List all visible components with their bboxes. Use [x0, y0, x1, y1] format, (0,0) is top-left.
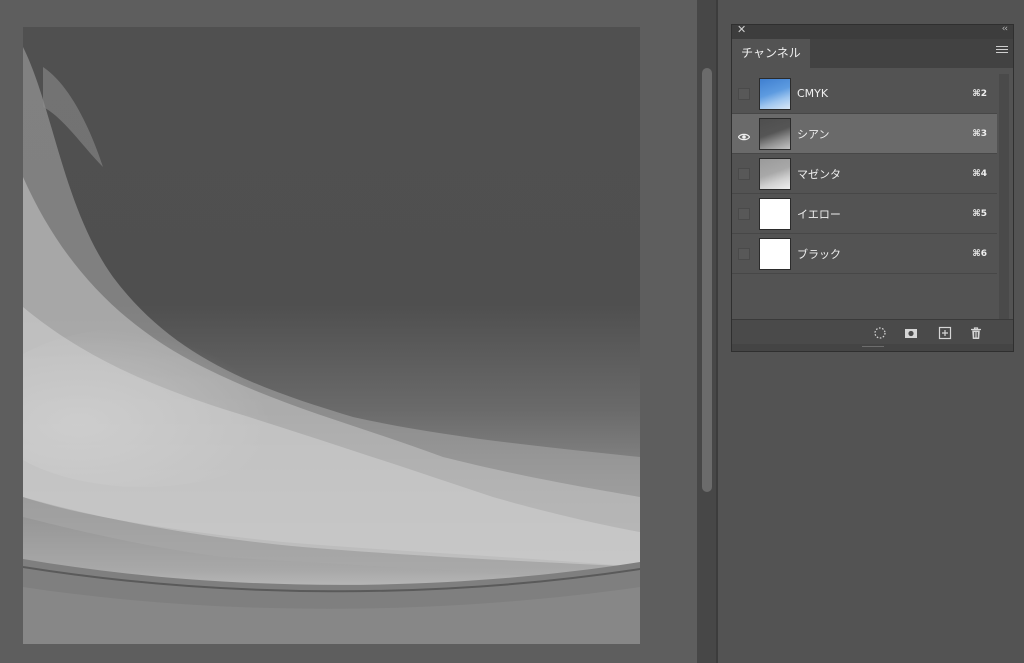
channel-thumbnail — [759, 117, 791, 150]
channel-row-magenta[interactable]: マゼンタ ⌘4 — [732, 154, 997, 194]
channel-thumbnail — [759, 237, 791, 270]
channel-list-scrollbar[interactable] — [999, 74, 1009, 319]
visibility-toggle[interactable] — [738, 87, 750, 100]
eye-icon[interactable] — [737, 128, 751, 140]
document-image-cyan-channel[interactable] — [23, 27, 640, 644]
tab-strip: チャンネル — [732, 39, 1013, 69]
tab-channels[interactable]: チャンネル — [732, 39, 810, 69]
channel-name: シアン — [797, 127, 830, 141]
panel-divider — [716, 0, 718, 663]
load-selection-icon[interactable] — [873, 325, 887, 339]
channel-row-cyan[interactable]: シアン ⌘3 — [732, 114, 997, 154]
close-icon[interactable]: ✕ — [737, 23, 746, 36]
new-channel-icon[interactable] — [938, 325, 952, 340]
trash-icon[interactable] — [969, 325, 983, 339]
channel-shortcut: ⌘6 — [972, 248, 987, 259]
visibility-toggle[interactable] — [738, 207, 750, 220]
panel-resize-grip[interactable] — [732, 344, 1013, 351]
channel-shortcut: ⌘4 — [972, 168, 987, 179]
canvas-scrollbar-thumb[interactable] — [702, 68, 712, 492]
save-selection-icon[interactable] — [904, 325, 918, 339]
channel-thumbnail — [759, 77, 791, 110]
panel-footer — [732, 319, 1013, 344]
document-canvas[interactable] — [0, 0, 697, 663]
channel-thumbnail — [759, 197, 791, 230]
panel-title-bar: ✕ ‹‹ — [732, 23, 1013, 39]
channel-shortcut: ⌘3 — [972, 128, 987, 139]
channel-shortcut: ⌘2 — [972, 88, 987, 99]
channel-row-cmyk[interactable]: CMYK ⌘2 — [732, 74, 997, 114]
channel-row-yellow[interactable]: イエロー ⌘5 — [732, 194, 997, 234]
hamburger-menu-icon[interactable] — [996, 46, 1008, 56]
channel-shortcut: ⌘5 — [972, 208, 987, 219]
channel-name: マゼンタ — [797, 167, 841, 181]
sky-clouds-image — [23, 47, 640, 644]
channel-name: イエロー — [797, 207, 841, 221]
channel-name: ブラック — [797, 247, 841, 261]
channel-thumbnail — [759, 157, 791, 190]
visibility-toggle[interactable] — [738, 167, 750, 180]
collapse-icon[interactable]: ‹‹ — [1002, 24, 1008, 34]
channel-list: CMYK ⌘2 シアン ⌘3 マゼンタ ⌘4 イエロー ⌘5 ブラック ⌘6 — [732, 74, 997, 274]
channel-row-black[interactable]: ブラック ⌘6 — [732, 234, 997, 274]
channels-panel: ✕ ‹‹ チャンネル CMYK ⌘2 シアン ⌘3 マゼンタ ⌘4 イエロー ⌘… — [731, 23, 1014, 352]
visibility-toggle[interactable] — [738, 247, 750, 260]
channel-name: CMYK — [797, 87, 829, 100]
